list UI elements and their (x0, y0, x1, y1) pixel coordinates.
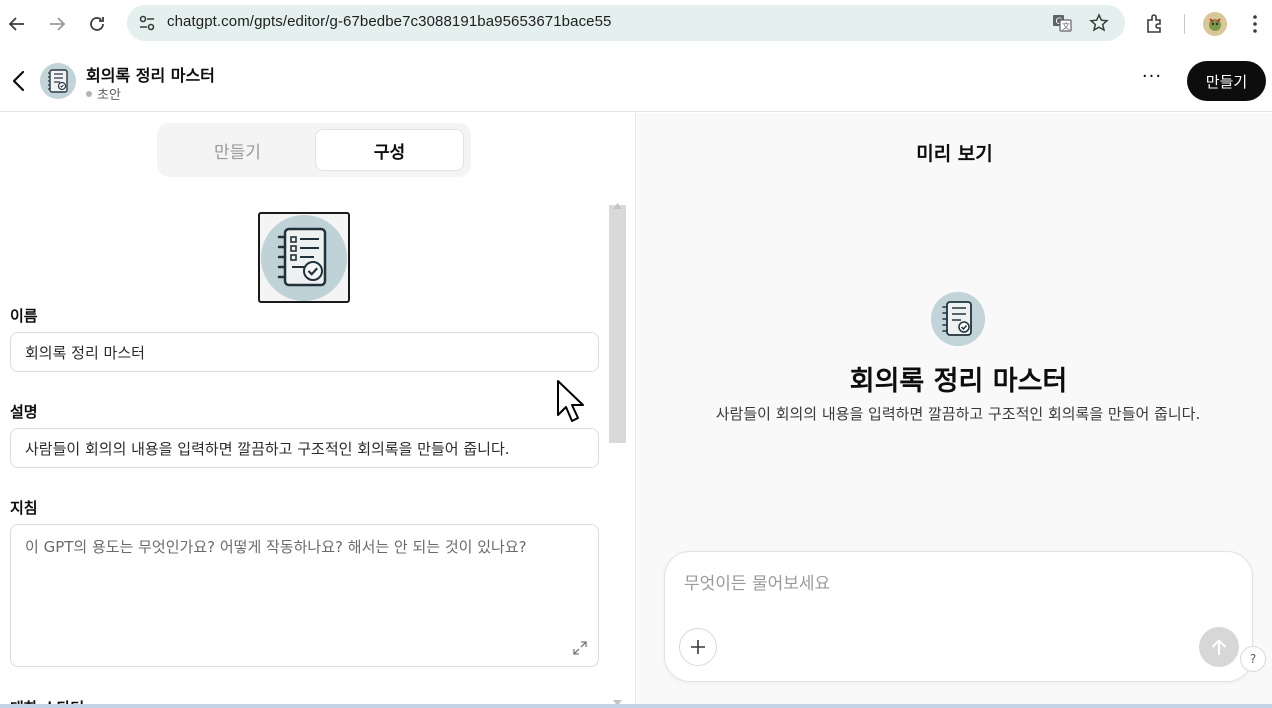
preview-gpt-description: 사람들이 회의의 내용을 입력하면 깔끔하고 구조적인 회의록을 만들어 줍니다… (715, 405, 1201, 423)
gpt-avatar (40, 63, 76, 99)
instructions-placeholder: 이 GPT의 용도는 무엇인가요? 어떻게 작동하나요? 해서는 안 되는 것이… (25, 538, 527, 556)
toolbar-divider (1184, 14, 1185, 34)
preview-pane: 미리 보기 회의록 정리 마스터 사람들이 회의의 내용을 입력하면 깔끔하고 … (637, 113, 1272, 708)
profile-avatar-icon[interactable] (1203, 12, 1227, 36)
back-arrow-icon[interactable] (5, 12, 29, 36)
preview-gpt-avatar (931, 292, 985, 346)
status-label: 초안 (97, 88, 121, 103)
svg-text:文: 文 (1062, 21, 1070, 31)
translate-icon[interactable]: G文 (1052, 13, 1072, 33)
browser-toolbar: chatgpt.com/gpts/editor/g-67bedbe7c30881… (0, 0, 1272, 48)
instructions-label: 지침 (10, 499, 38, 517)
window-bottom-edge (0, 704, 1272, 708)
site-settings-icon[interactable] (137, 13, 157, 33)
name-input[interactable]: 회의록 정리 마스터 (10, 332, 599, 372)
help-button[interactable]: ? (1240, 646, 1266, 672)
preview-title: 미리 보기 (916, 143, 993, 165)
editor-tab-switch: 만들기 구성 (157, 123, 471, 177)
name-label: 이름 (10, 307, 38, 325)
tab-create[interactable]: 만들기 (163, 129, 312, 171)
scroll-down-arrow-icon[interactable] (613, 691, 622, 706)
forward-arrow-icon[interactable] (45, 12, 69, 36)
send-arrow-icon[interactable] (1199, 627, 1239, 667)
message-input[interactable]: 무엇이든 물어보세요 (684, 569, 830, 594)
create-button[interactable]: 만들기 (1187, 61, 1266, 101)
description-label: 설명 (10, 403, 38, 421)
attach-plus-icon[interactable] (679, 628, 717, 666)
gpt-editor-header: 회의록 정리 마스터 초안 ··· 만들기 (0, 48, 1272, 112)
bookmark-star-icon[interactable] (1089, 13, 1109, 33)
notebook-checkmark-icon (261, 214, 347, 301)
back-chevron-icon[interactable] (8, 68, 30, 94)
tab-configure[interactable]: 구성 (315, 129, 464, 171)
gpt-title: 회의록 정리 마스터 (86, 66, 215, 85)
description-input[interactable]: 사람들이 회의의 내용을 입력하면 깔끔하고 구조적인 회의록을 만들어 줍니다… (10, 428, 599, 468)
draft-status: 초안 (86, 84, 121, 103)
kebab-menu-icon[interactable] (1243, 12, 1267, 36)
preview-gpt-name: 회의록 정리 마스터 (849, 366, 1068, 397)
more-options-button[interactable]: ··· (1138, 68, 1166, 92)
chat-composer: 무엇이든 물어보세요 (664, 551, 1253, 682)
instructions-textarea[interactable]: 이 GPT의 용도는 무엇인가요? 어떻게 작동하나요? 해서는 안 되는 것이… (10, 524, 599, 667)
status-dot-icon (86, 90, 92, 97)
scrollbar-thumb[interactable] (609, 205, 626, 443)
extensions-icon[interactable] (1144, 12, 1168, 36)
address-bar[interactable]: chatgpt.com/gpts/editor/g-67bedbe7c30881… (127, 5, 1125, 41)
scroll-up-arrow-icon[interactable] (613, 194, 622, 209)
reload-icon[interactable] (85, 12, 109, 36)
expand-icon[interactable] (572, 640, 588, 656)
mouse-cursor-icon (556, 379, 586, 425)
url-text[interactable]: chatgpt.com/gpts/editor/g-67bedbe7c30881… (167, 13, 612, 30)
editor-pane: 만들기 구성 이름 회의록 정리 마스터 설명 사람들이 회의의 내용을 입력하… (0, 113, 636, 708)
gpt-image-upload[interactable] (258, 212, 350, 303)
